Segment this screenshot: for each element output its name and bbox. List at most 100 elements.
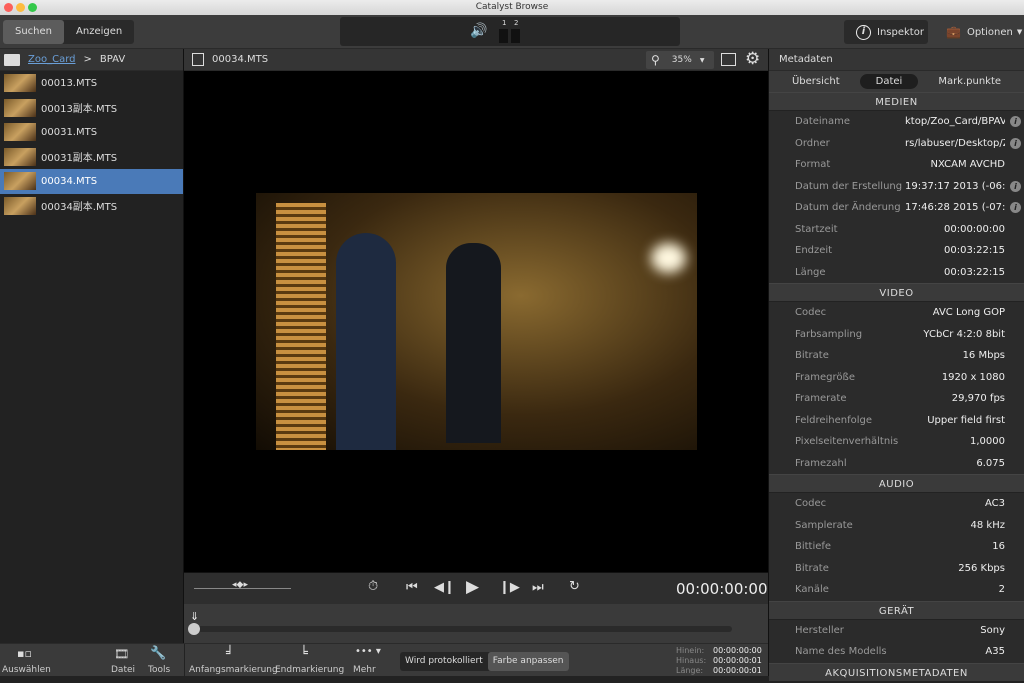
more-button[interactable]: Mehr — [353, 665, 376, 675]
metadata-tab[interactable]: Übersicht — [776, 74, 856, 89]
speaker-icon[interactable]: 🔊 — [470, 23, 487, 39]
step-back-icon[interactable]: ◀❙ — [434, 580, 455, 595]
show-mode-button[interactable]: Anzeigen — [64, 20, 134, 44]
meter-bar-1 — [499, 29, 508, 43]
info-icon[interactable]: i — [1010, 202, 1021, 213]
minimize-button[interactable] — [16, 3, 25, 12]
thumbnail — [4, 74, 36, 93]
fit-screen-icon[interactable] — [721, 53, 736, 66]
metadata-key: Ordner — [795, 137, 830, 149]
metadata-tab[interactable]: Datei — [859, 74, 919, 89]
metadata-key: Kanäle — [795, 584, 829, 596]
step-forward-icon[interactable]: ❙▶ — [499, 580, 520, 595]
section-header: GERÄT — [769, 600, 1024, 620]
metadata-key: Samplerate — [795, 519, 853, 531]
thumbnail — [4, 196, 36, 215]
thumbnail — [4, 147, 36, 166]
info-icon[interactable]: i — [1010, 137, 1021, 149]
zoom-button[interactable] — [28, 3, 37, 12]
metadata-row: Feldreihenfolge Upper field first — [769, 410, 1024, 432]
metadata-title: Metadaten — [779, 54, 833, 65]
metadata-value: 00:00:00:00 — [943, 223, 1005, 235]
timeline[interactable]: ⇓ — [184, 604, 768, 643]
file-menu-button[interactable]: Datei — [111, 665, 135, 675]
breadcrumb-bpav[interactable]: BPAV — [100, 54, 125, 65]
thumbnail — [4, 123, 36, 142]
metadata-key: Bitrate — [795, 350, 829, 362]
file-name: 00034副本.MTS — [41, 202, 118, 214]
timeline-track[interactable] — [188, 626, 732, 632]
select-button[interactable]: Auswählen — [2, 665, 51, 675]
loop-icon[interactable]: ↻ — [569, 579, 580, 594]
clip-name: 00034.MTS — [212, 54, 269, 65]
video-frame — [256, 193, 697, 450]
clip-icon — [192, 53, 204, 66]
file-name: 00031.MTS — [41, 126, 98, 138]
file-item[interactable]: 00013副本.MTS — [0, 96, 183, 121]
metadata-row: Framegröße 1920 x 1080 — [769, 367, 1024, 389]
file-item[interactable]: 00034副本.MTS — [0, 194, 183, 219]
metadata-value: 1,0000 — [970, 436, 1005, 448]
go-to-end-icon[interactable]: ⏭ — [532, 580, 544, 595]
play-icon[interactable]: ▶ — [466, 577, 479, 597]
zoom-select[interactable]: ⚲ 35% ▼ — [646, 51, 714, 69]
metadata-value: YCbCr 4:2:0 8bit — [923, 328, 1005, 340]
gear-icon[interactable]: ⚙ — [745, 49, 760, 69]
stopwatch-icon[interactable]: ⏱ — [368, 579, 378, 594]
briefcase-icon: 💼 — [946, 25, 961, 39]
options-button[interactable]: 💼 Optionen ▼ — [946, 25, 1022, 39]
in-out-labels: Hinein: Hinaus: Länge: — [676, 646, 706, 676]
metadata-key: Framerate — [795, 393, 847, 405]
metadata-value: 256 Kbps — [958, 562, 1005, 574]
color-adjust-button[interactable]: Farbe anpassen — [487, 652, 569, 671]
close-button[interactable] — [4, 3, 13, 12]
tools-menu-button[interactable]: Tools — [148, 665, 170, 675]
playhead[interactable] — [188, 623, 200, 635]
mark-out-icon: ╘ — [300, 646, 308, 661]
section-header: AKQUISITIONSMETADATEN — [769, 662, 1024, 682]
search-mode-button[interactable]: Suchen — [3, 20, 65, 44]
go-to-start-icon[interactable]: ⏮ — [406, 580, 418, 595]
file-item[interactable]: 00034.MTS — [0, 169, 183, 194]
channel-2-label: 2 — [514, 19, 519, 27]
metadata-value: A35 — [985, 646, 1005, 658]
info-icon[interactable]: i — [1010, 180, 1021, 192]
thumbnail — [4, 172, 36, 191]
metadata-row: Länge 00:03:22:15 — [769, 262, 1024, 284]
guitarist-figure — [336, 233, 396, 450]
zoom-value: 35% — [671, 55, 692, 65]
metadata-key: Länge — [795, 266, 826, 278]
metadata-key: Datum der Änderung — [795, 202, 901, 214]
length-label: Länge: — [676, 666, 704, 675]
metadata-value: Sony — [980, 624, 1005, 636]
magnifier-icon: ⚲ — [651, 53, 660, 67]
metadata-row: Startzeit 00:00:00:00 — [769, 219, 1024, 241]
grid-icon: ▪▫ — [17, 647, 32, 660]
metadata-value: 29,970 fps — [951, 393, 1005, 405]
file-item[interactable]: 00013.MTS — [0, 71, 183, 96]
video-display[interactable] — [184, 71, 768, 572]
shuttle-handle-icon[interactable]: ◂◆▸ — [232, 580, 248, 590]
more-icon: ••• ▾ — [355, 646, 381, 657]
mark-in-button[interactable]: Anfangsmarkierung — [189, 665, 278, 675]
metadata-key: Codec — [795, 498, 827, 510]
file-item[interactable]: 00031.MTS — [0, 120, 183, 145]
in-label: Hinein: — [676, 646, 705, 655]
metadata-key: Startzeit — [795, 223, 838, 235]
info-icon[interactable]: i — [1010, 116, 1021, 127]
metadata-tabs: Übersicht Datei Mark.punkte — [769, 71, 1024, 92]
metadata-value: 16 — [992, 541, 1005, 553]
mark-out-button[interactable]: Endmarkierung — [275, 665, 344, 675]
metadata-tab[interactable]: Mark.punkte — [922, 74, 1017, 89]
logging-button[interactable]: Wird protokolliert — [400, 652, 488, 671]
metadata-value: 2 — [998, 584, 1005, 596]
down-arrow-icon: ⇓ — [190, 610, 200, 623]
metadata-key: Codec — [795, 307, 827, 319]
metadata-value: 00:03:22:15 — [943, 245, 1005, 257]
metadata-row: Framezahl 6.075 — [769, 453, 1024, 475]
file-item[interactable]: 00031副本.MTS — [0, 145, 183, 170]
mode-toggle: Wird protokolliert Farbe anpassen — [400, 652, 569, 671]
metadata-header: Metadaten — [769, 49, 1024, 71]
breadcrumb-zoo-card[interactable]: Zoo_Card — [28, 54, 75, 65]
inspector-button[interactable]: i Inspektor — [844, 20, 928, 44]
